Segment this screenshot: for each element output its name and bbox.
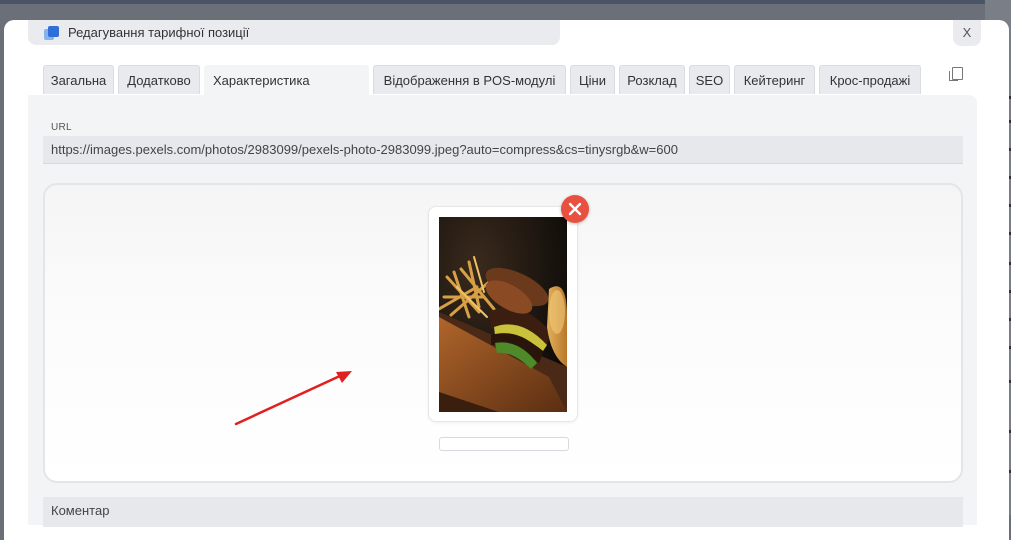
image-caption-input[interactable]	[439, 437, 569, 451]
copy-icon[interactable]	[949, 66, 963, 82]
tab-pos-display[interactable]: Відображення в POS-модулі	[373, 65, 566, 94]
url-input[interactable]: https://images.pexels.com/photos/2983099…	[43, 136, 963, 164]
tab-characteristics[interactable]: Характеристика	[204, 65, 369, 96]
tab-seo[interactable]: SEO	[689, 65, 730, 94]
comment-field[interactable]: Коментар	[43, 497, 963, 527]
remove-image-button[interactable]	[561, 195, 589, 223]
url-label: URL	[51, 122, 72, 133]
document-stack-icon	[44, 26, 60, 40]
close-icon	[568, 202, 582, 216]
window-top-strip	[0, 0, 1011, 4]
tab-cross-sales[interactable]: Крос-продажі	[819, 65, 921, 94]
dialog-title: Редагування тарифної позиції	[68, 25, 250, 40]
close-dialog-button[interactable]: X	[953, 20, 981, 46]
tab-general[interactable]: Загальна	[43, 65, 114, 94]
burger-photo	[439, 217, 567, 412]
annotation-arrow	[234, 371, 352, 426]
tab-schedule[interactable]: Розклад	[619, 65, 685, 94]
tab-additional[interactable]: Додатково	[118, 65, 200, 94]
tab-prices[interactable]: Ціни	[570, 65, 615, 94]
tab-catering[interactable]: Кейтеринг	[734, 65, 815, 94]
tab-bar: Загальна Додатково Характеристика Відобр…	[0, 65, 1011, 96]
